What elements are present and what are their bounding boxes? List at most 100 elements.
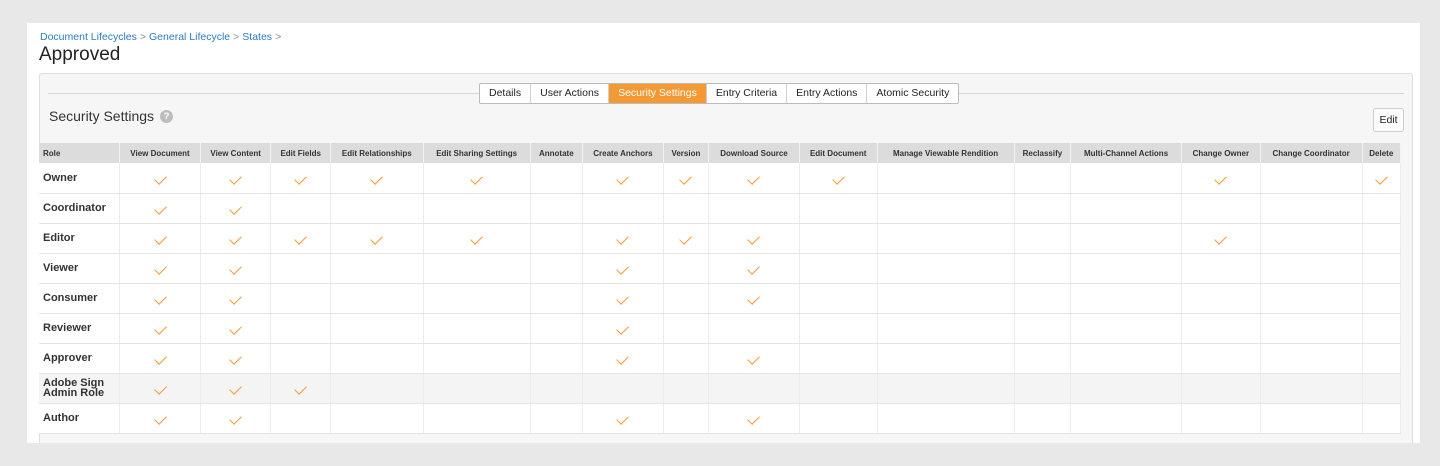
- permission-cell: [119, 193, 201, 224]
- permission-cell: [1070, 193, 1183, 224]
- permission-cell: [663, 223, 710, 254]
- checkmark-icon: [747, 352, 761, 365]
- permission-cell: [708, 313, 800, 344]
- column-header: Change Coordinator: [1260, 143, 1363, 163]
- permission-cell: [1362, 163, 1402, 194]
- permission-cell: [663, 313, 710, 344]
- permission-cell: [877, 373, 1015, 404]
- permission-cell: [582, 253, 664, 284]
- permission-cell: [200, 313, 272, 344]
- checkmark-icon: [370, 171, 384, 185]
- checkmark-icon: [294, 171, 308, 185]
- permission-cell: [1070, 283, 1183, 314]
- table-row: Adobe Sign Admin Role: [39, 373, 1402, 404]
- column-header: Download Source: [708, 143, 800, 163]
- permission-cell: [1260, 373, 1363, 404]
- breadcrumb-link-document-lifecycles[interactable]: Document Lifecycles: [40, 31, 137, 43]
- tab-bar: Details User Actions Security Settings E…: [479, 83, 960, 104]
- help-icon[interactable]: ?: [160, 109, 174, 123]
- permission-cell: [1260, 283, 1363, 314]
- permission-cell: [119, 373, 201, 404]
- permission-cell: [1181, 283, 1261, 314]
- permission-cell: [530, 163, 584, 194]
- permission-cell: [200, 283, 272, 314]
- permission-cell: [708, 163, 800, 194]
- tab-entry-actions[interactable]: Entry Actions: [787, 84, 868, 103]
- edit-button[interactable]: Edit: [1373, 108, 1404, 132]
- permission-cell: [270, 193, 331, 224]
- permission-cell: [877, 283, 1015, 314]
- checkmark-icon: [229, 232, 243, 245]
- permission-cell: [1260, 343, 1363, 374]
- permission-cell: [1070, 373, 1183, 404]
- permission-cell: [1362, 313, 1402, 344]
- permission-cell: [330, 403, 424, 434]
- table-row: Author: [39, 403, 1402, 434]
- permission-cell: [200, 343, 272, 374]
- checkmark-icon: [616, 171, 630, 185]
- permission-cell: [663, 253, 710, 284]
- checkmark-icon: [229, 352, 243, 365]
- permission-cell: [530, 403, 584, 434]
- permission-cell: [1181, 313, 1261, 344]
- breadcrumb-link-states[interactable]: States: [242, 31, 272, 43]
- breadcrumb-link-general-lifecycle[interactable]: General Lifecycle: [149, 31, 230, 43]
- tab-details[interactable]: Details: [480, 84, 532, 103]
- table-row: Viewer: [39, 253, 1402, 284]
- permission-cell: [708, 373, 800, 404]
- permission-cell: [877, 163, 1015, 194]
- permission-cell: [1014, 283, 1072, 314]
- column-header: Version: [663, 143, 710, 163]
- permission-cell: [330, 223, 424, 254]
- permission-cell: [423, 283, 531, 314]
- permission-cell: [1181, 343, 1261, 374]
- table-header-row: Role View Document View Content Edit Fields…: [39, 143, 1402, 163]
- permission-cell: [708, 193, 800, 224]
- section-title: Security Settings ?: [49, 108, 174, 124]
- checkmark-icon: [747, 412, 761, 425]
- permission-cell: [1070, 313, 1183, 344]
- checkmark-icon: [679, 171, 693, 185]
- permission-cell: [1181, 403, 1261, 434]
- role-name: Editor: [39, 223, 121, 254]
- permission-cell: [663, 373, 710, 404]
- permission-cell: [119, 253, 201, 284]
- permission-cell: [1260, 403, 1363, 434]
- tab-user-actions[interactable]: User Actions: [531, 84, 610, 103]
- column-header: Reclassify: [1014, 143, 1072, 163]
- permission-cell: [423, 403, 531, 434]
- permission-cell: [877, 403, 1015, 434]
- permission-cell: [530, 373, 584, 404]
- permission-cell: [1014, 403, 1072, 434]
- permission-cell: [582, 163, 664, 194]
- tab-atomic-security[interactable]: Atomic Security: [867, 84, 958, 103]
- checkmark-icon: [229, 262, 243, 275]
- permission-cell: [330, 253, 424, 284]
- permission-cell: [200, 223, 272, 254]
- permission-cell: [530, 343, 584, 374]
- permission-cell: [708, 253, 800, 284]
- section-title-text: Security Settings: [49, 108, 155, 124]
- permission-cell: [799, 163, 878, 194]
- checkmark-icon: [153, 232, 167, 245]
- permission-cell: [330, 313, 424, 344]
- tab-entry-criteria[interactable]: Entry Criteria: [707, 84, 788, 103]
- permission-cell: [1014, 163, 1072, 194]
- tab-security-settings[interactable]: Security Settings: [609, 84, 707, 103]
- breadcrumb-separator: >: [139, 31, 147, 43]
- column-header: Edit Sharing Settings: [423, 143, 531, 163]
- role-name: Reviewer: [39, 313, 121, 344]
- table-row: Coordinator: [39, 193, 1402, 224]
- permission-cell: [423, 313, 531, 344]
- permission-cell: [1070, 343, 1183, 374]
- checkmark-icon: [153, 322, 167, 335]
- permission-cell: [270, 313, 331, 344]
- permission-cell: [877, 253, 1015, 284]
- permission-cell: [270, 163, 331, 194]
- role-name: Viewer: [39, 253, 121, 284]
- permission-cell: [877, 223, 1015, 254]
- table-body: Owner Coordinator Editor Viewer Consumer Revi…: [39, 163, 1402, 434]
- permission-cell: [330, 343, 424, 374]
- permission-cell: [1014, 373, 1072, 404]
- column-header: View Document: [119, 143, 201, 163]
